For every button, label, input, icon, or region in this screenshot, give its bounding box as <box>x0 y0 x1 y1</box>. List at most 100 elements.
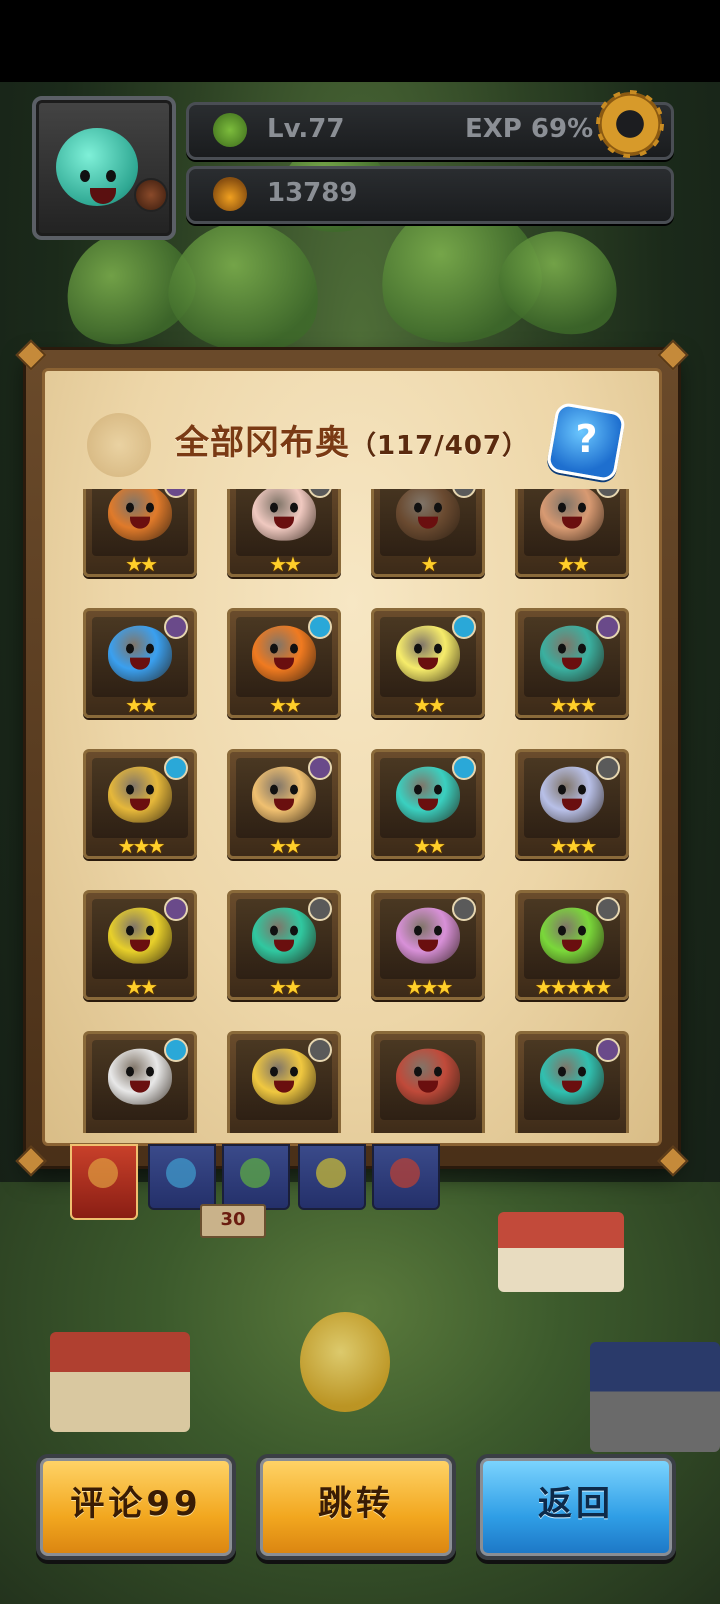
star-rating: ★★ <box>557 552 590 576</box>
level-text: Lv.77 <box>267 114 345 144</box>
creature-card[interactable]: ★★★ <box>515 749 629 859</box>
creature-portrait <box>108 766 172 823</box>
star-rating: ★★ <box>125 693 158 717</box>
creature-mouth <box>562 1080 582 1093</box>
creature-mouth <box>130 798 150 811</box>
creature-card[interactable]: ★★ <box>371 608 485 718</box>
creature-eye <box>146 784 154 795</box>
tab-green[interactable] <box>222 1144 290 1210</box>
creature-eye <box>146 643 154 654</box>
creature-eye <box>126 925 134 936</box>
fruit-basket-icon <box>213 177 247 211</box>
element-badge-icon <box>308 615 332 639</box>
creature-grid[interactable]: ★★ ★★ ★ ★★ ★★ ★★ ★★ ★★★ ★★★ ★★ ★★ ★★★ ★★ ★★ ★★★ ★★★★★ <box>65 489 641 1133</box>
player-avatar[interactable] <box>32 96 176 240</box>
creature-eye <box>270 643 278 654</box>
tab-blue[interactable] <box>148 1144 216 1210</box>
creature-card[interactable]: ★★★★★ <box>515 890 629 1000</box>
tree-icon <box>213 113 247 147</box>
creature-card[interactable] <box>515 1031 629 1133</box>
creature-portrait <box>252 766 316 823</box>
tab-creature-icon <box>166 1158 196 1188</box>
village-house <box>498 1212 624 1292</box>
star-rating: ★★ <box>269 552 302 576</box>
creature-mouth <box>274 939 294 952</box>
creature-card[interactable]: ★★ <box>83 489 197 577</box>
creature-mouth <box>274 516 294 529</box>
gear-icon[interactable] <box>598 92 662 156</box>
jump-button[interactable]: 跳转 <box>256 1454 456 1560</box>
creature-eye <box>146 502 154 513</box>
tab-red[interactable] <box>372 1144 440 1210</box>
card-art <box>524 489 620 556</box>
creature-portrait <box>252 1048 316 1105</box>
help-button[interactable]: ? <box>545 401 627 483</box>
creature-card[interactable]: ★★ <box>83 890 197 1000</box>
element-badge-icon <box>308 897 332 921</box>
creature-card[interactable]: ★ <box>371 489 485 577</box>
creature-card[interactable]: ★★ <box>227 749 341 859</box>
creature-eye <box>414 1066 422 1077</box>
creature-portrait <box>108 907 172 964</box>
creature-mouth <box>418 798 438 811</box>
creature-card[interactable]: ★★ <box>83 608 197 718</box>
status-bar <box>0 0 720 82</box>
creature-eye <box>414 502 422 513</box>
creature-mouth <box>130 939 150 952</box>
creature-eye <box>558 925 566 936</box>
creature-card[interactable]: ★★ <box>515 489 629 577</box>
tab-creature-icon <box>240 1158 270 1188</box>
creature-portrait <box>540 625 604 682</box>
currency-bar: 13789 <box>186 166 674 224</box>
creature-eye <box>290 784 298 795</box>
star-rating: ★★★ <box>549 834 598 858</box>
creature-card[interactable]: ★★★ <box>515 608 629 718</box>
question-icon: ? <box>575 417 598 462</box>
tab-creature-icon <box>390 1158 420 1188</box>
element-badge-icon <box>164 897 188 921</box>
creature-mouth <box>418 657 438 670</box>
tab-all[interactable] <box>70 1144 138 1220</box>
creature-card[interactable]: ★★ <box>227 489 341 577</box>
creature-card[interactable]: ★★★ <box>83 749 197 859</box>
element-badge-icon <box>596 897 620 921</box>
modal-title-text: 全部冈布奥 <box>174 423 350 463</box>
tab-creature-icon <box>88 1158 118 1188</box>
avatar-badge <box>134 178 168 212</box>
avatar-eye <box>106 170 116 182</box>
creature-card[interactable]: ★★ <box>227 608 341 718</box>
creature-card[interactable] <box>83 1031 197 1133</box>
element-badge-icon <box>164 756 188 780</box>
star-rating: ★★ <box>269 693 302 717</box>
creature-mouth <box>562 939 582 952</box>
star-rating: ★★ <box>413 834 446 858</box>
creature-portrait <box>108 489 172 541</box>
currency-text: 13789 <box>267 178 358 208</box>
card-art <box>236 489 332 556</box>
creature-portrait <box>396 489 460 541</box>
creature-eye <box>270 925 278 936</box>
card-art <box>92 489 188 556</box>
tab-creature-icon <box>316 1158 346 1188</box>
creature-portrait <box>540 907 604 964</box>
creature-portrait <box>108 1048 172 1105</box>
creature-eye <box>558 784 566 795</box>
creature-mouth <box>562 798 582 811</box>
creature-card[interactable] <box>371 1031 485 1133</box>
comment-button[interactable]: 评论99 <box>36 1454 236 1560</box>
creature-eye <box>434 925 442 936</box>
exp-text: EXP 69% <box>465 114 594 144</box>
back-button[interactable]: 返回 <box>476 1454 676 1560</box>
creature-card[interactable]: ★★★ <box>371 890 485 1000</box>
tab-yellow[interactable] <box>298 1144 366 1210</box>
creature-card[interactable]: ★★ <box>227 890 341 1000</box>
creature-card[interactable]: ★★ <box>371 749 485 859</box>
card-art <box>380 1040 476 1120</box>
creature-eye <box>270 784 278 795</box>
creature-mouth <box>274 1080 294 1093</box>
creature-eye <box>290 643 298 654</box>
creature-eye <box>414 784 422 795</box>
creature-card[interactable] <box>227 1031 341 1133</box>
creature-eye <box>290 1066 298 1077</box>
element-badge-icon <box>596 615 620 639</box>
